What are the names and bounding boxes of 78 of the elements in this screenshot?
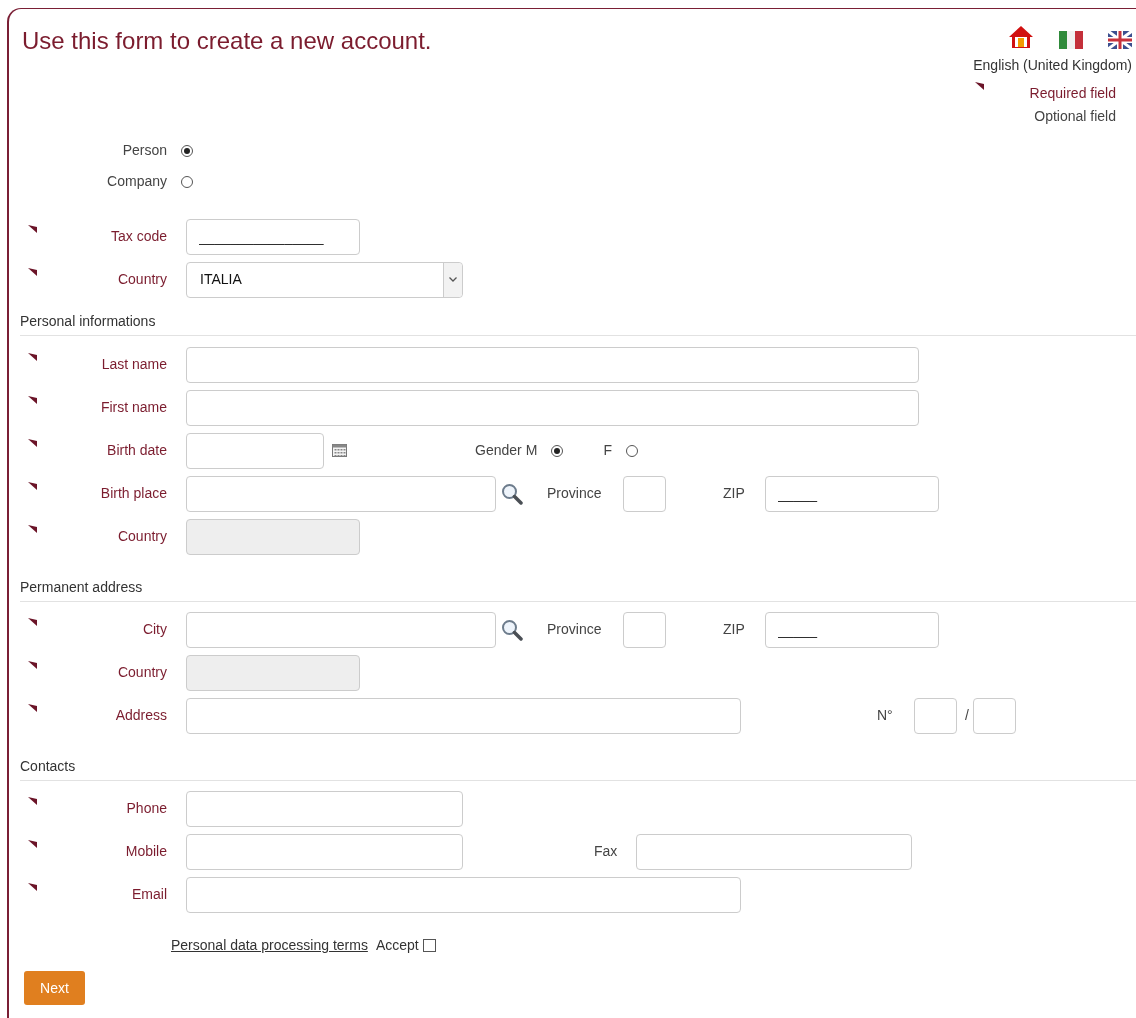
chevron-down-icon	[449, 277, 457, 282]
first-name-input[interactable]	[186, 389, 919, 426]
fax-input[interactable]	[636, 833, 912, 870]
radio-label: Company	[107, 172, 167, 191]
zip-input[interactable]: _____	[765, 475, 939, 512]
field-label: City	[142, 620, 167, 639]
text-input[interactable]	[186, 475, 496, 512]
required-marker-icon	[974, 82, 984, 90]
required-marker-icon	[28, 225, 37, 233]
section-title: Contacts	[20, 757, 76, 776]
required-marker-icon	[28, 840, 37, 848]
required-marker-icon	[28, 353, 37, 361]
required-marker-icon	[28, 268, 37, 276]
field-label: Country	[117, 527, 167, 546]
required-marker-icon	[28, 883, 37, 891]
field-label: Tax code	[110, 227, 167, 246]
section-title: Personal informations	[20, 312, 156, 331]
field-label: ZIP	[723, 484, 745, 503]
address-input[interactable]	[186, 697, 741, 734]
field-label: Province	[547, 484, 602, 503]
number-separator: /	[965, 706, 969, 725]
required-marker-icon	[28, 525, 37, 533]
italy-flag-icon[interactable]	[1059, 31, 1083, 49]
accept-label: Accept	[375, 935, 419, 955]
field-label: Fax	[594, 842, 618, 861]
required-marker-icon	[28, 439, 37, 447]
legend-label: Required field	[1029, 84, 1116, 103]
required-marker-icon	[28, 482, 37, 490]
radio-label: F	[603, 441, 612, 460]
zip-input[interactable]: _____	[765, 611, 939, 648]
radio-label: Person	[122, 141, 167, 160]
accept-checkbox[interactable]	[422, 938, 436, 952]
field-label: Phone	[126, 799, 167, 818]
uk-flag-icon[interactable]	[1108, 31, 1132, 49]
field-label: Address	[115, 706, 167, 725]
legend-label: Optional field	[1033, 107, 1116, 126]
radio-button[interactable]	[625, 444, 638, 457]
tax-code-input[interactable]: ________________	[186, 218, 360, 255]
house-number-input[interactable]	[914, 697, 957, 734]
province-input[interactable]	[623, 611, 666, 648]
country-select[interactable]: ITALIA	[186, 261, 463, 298]
home-icon[interactable]	[1008, 25, 1034, 49]
house-number-input[interactable]	[972, 697, 1016, 734]
field-label: Last name	[101, 355, 167, 374]
radio-button[interactable]	[181, 175, 193, 188]
language-label: English (United Kingdom)	[973, 56, 1132, 75]
email-input[interactable]	[186, 876, 741, 913]
terms-link[interactable]: Personal data processing terms	[171, 934, 368, 956]
radio-button[interactable]	[181, 144, 193, 157]
field-label: Mobile	[125, 842, 167, 861]
search-icon[interactable]	[501, 482, 523, 505]
required-marker-icon	[28, 396, 37, 404]
page-title: Use this form to create a new account.	[22, 26, 432, 56]
province-input[interactable]	[623, 475, 666, 512]
field-label: First name	[100, 398, 167, 417]
section-title: Permanent address	[20, 578, 143, 597]
calendar-icon[interactable]	[332, 444, 347, 457]
field-label: Country	[117, 663, 167, 682]
field-label: ZIP	[723, 620, 745, 639]
search-icon[interactable]	[501, 618, 523, 641]
field-label: Province	[547, 620, 602, 639]
required-marker-icon	[28, 797, 37, 805]
field-label: Gender	[475, 441, 522, 460]
field-label: Email	[132, 885, 167, 904]
radio-label: M	[525, 441, 538, 460]
birth-date-input[interactable]	[186, 432, 324, 469]
required-marker-icon	[28, 661, 37, 669]
field-label: N°	[877, 706, 893, 725]
last-name-input[interactable]	[186, 346, 919, 383]
field-label: Birth place	[100, 484, 167, 503]
mobile-input[interactable]	[186, 833, 463, 870]
required-marker-icon	[28, 618, 37, 626]
text-input[interactable]	[186, 611, 496, 648]
field-label: Birth date	[107, 441, 167, 460]
radio-button[interactable]	[551, 444, 564, 457]
field-label: Country	[117, 270, 167, 289]
phone-input[interactable]	[186, 790, 463, 827]
required-marker-icon	[28, 704, 37, 712]
